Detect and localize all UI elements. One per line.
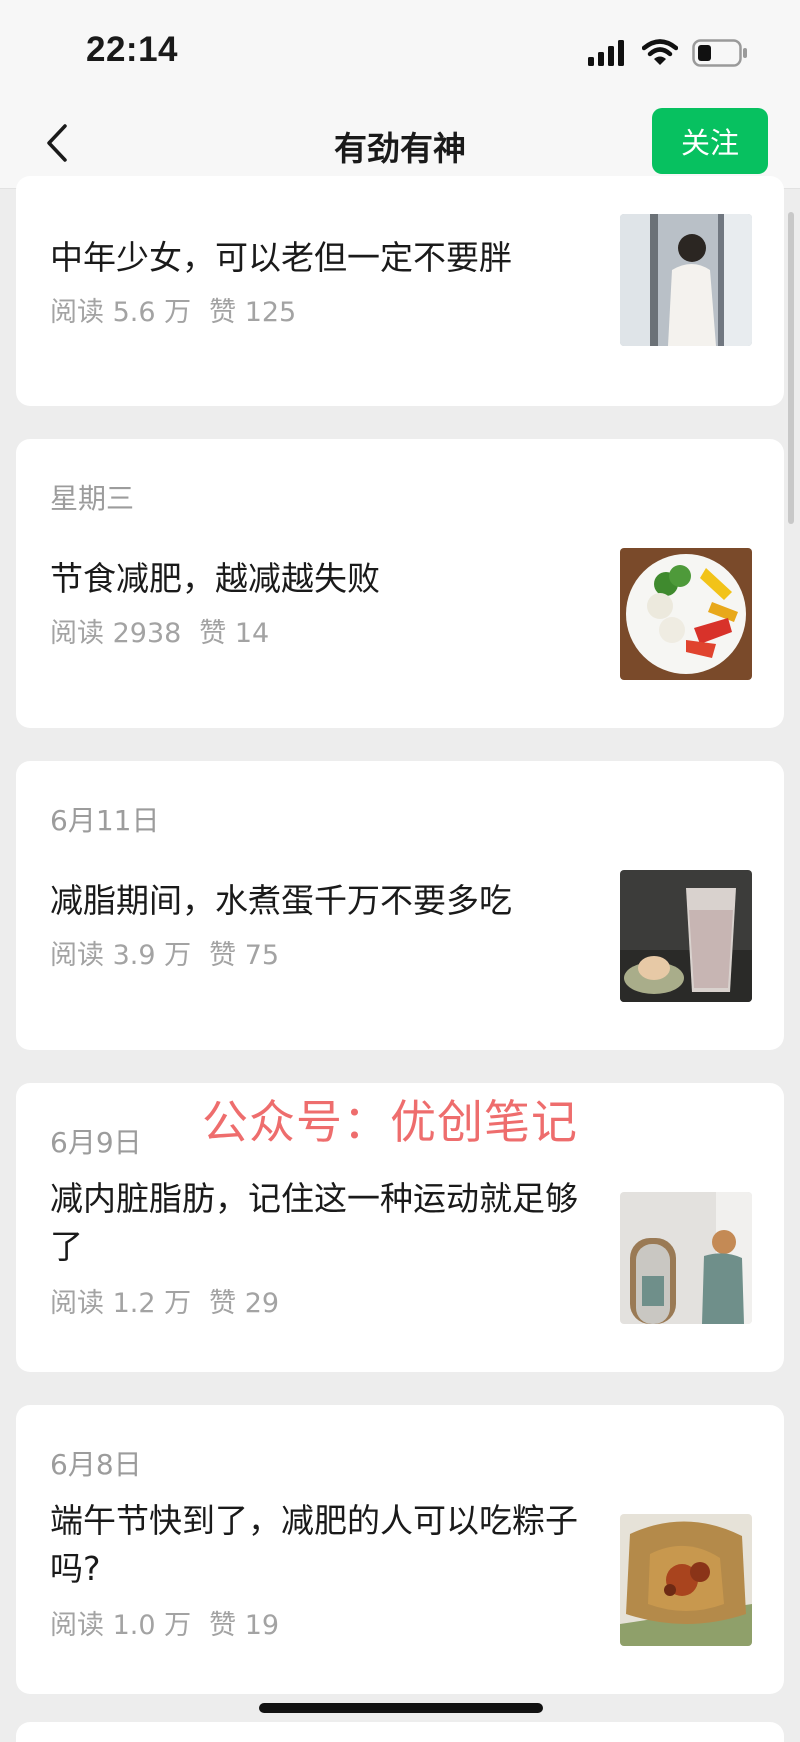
next-card-edge	[16, 1722, 784, 1742]
article-thumbnail	[620, 214, 752, 346]
home-indicator[interactable]	[259, 1703, 543, 1713]
article-date: 6月9日	[50, 1126, 142, 1159]
article-date: 6月11日	[50, 804, 160, 837]
read-count: 阅读 5.6 万	[50, 297, 192, 328]
article-thumbnail	[620, 1192, 752, 1324]
article-meta: 阅读 5.6 万赞 125	[50, 290, 314, 329]
article-thumbnail	[620, 1514, 752, 1646]
follow-button[interactable]: 关注	[652, 108, 768, 174]
read-count: 阅读 2938	[50, 618, 182, 649]
article-title: 减内脏脂肪，记住这一种运动就足够了	[50, 1179, 578, 1266]
article-title: 中年少女，可以老但一定不要胖	[50, 238, 512, 277]
like-count: 赞 29	[209, 1288, 280, 1319]
article-card[interactable]: 星期三 节食减肥，越减越失败 阅读 2938 赞 14	[16, 439, 784, 728]
signal-icon	[588, 40, 624, 66]
article-meta: 阅读 1.2 万赞 29	[50, 1281, 297, 1320]
article-card[interactable]: 6月11日 减脂期间，水煮蛋千万不要多吃 阅读 3.9 万赞 75	[16, 761, 784, 1050]
wifi-icon	[642, 39, 678, 65]
like-count: 赞 14	[199, 618, 270, 649]
like-count: 赞 75	[209, 940, 280, 971]
article-card[interactable]: 中年少女，可以老但一定不要胖 阅读 5.6 万赞 125	[16, 176, 784, 406]
battery-icon	[692, 39, 747, 67]
article-thumbnail	[620, 870, 752, 1002]
article-meta: 阅读 3.9 万赞 75	[50, 933, 297, 972]
status-bar: 22:14	[0, 0, 800, 100]
article-title: 节食减肥，越减越失败	[50, 559, 380, 598]
watermark-text: 公众号：优创笔记	[202, 1095, 578, 1149]
article-date: 6月8日	[50, 1448, 142, 1481]
scrollbar[interactable]	[788, 212, 794, 524]
like-count: 赞 19	[209, 1610, 280, 1641]
like-count: 赞 125	[209, 297, 297, 328]
article-meta: 阅读 1.0 万赞 19	[50, 1603, 297, 1642]
article-title: 减脂期间，水煮蛋千万不要多吃	[50, 881, 512, 920]
article-date: 星期三	[50, 482, 135, 515]
article-card[interactable]: 6月8日 端午节快到了，减肥的人可以吃粽子吗? 阅读 1.0 万赞 19	[16, 1405, 784, 1694]
status-icons	[588, 36, 748, 70]
read-count: 阅读 3.9 万	[50, 940, 192, 971]
status-time: 22:14	[86, 30, 179, 69]
article-title: 端午节快到了，减肥的人可以吃粽子吗?	[50, 1501, 578, 1588]
article-meta: 阅读 2938 赞 14	[50, 611, 287, 650]
read-count: 阅读 1.2 万	[50, 1288, 192, 1319]
read-count: 阅读 1.0 万	[50, 1610, 192, 1641]
article-thumbnail	[620, 548, 752, 680]
